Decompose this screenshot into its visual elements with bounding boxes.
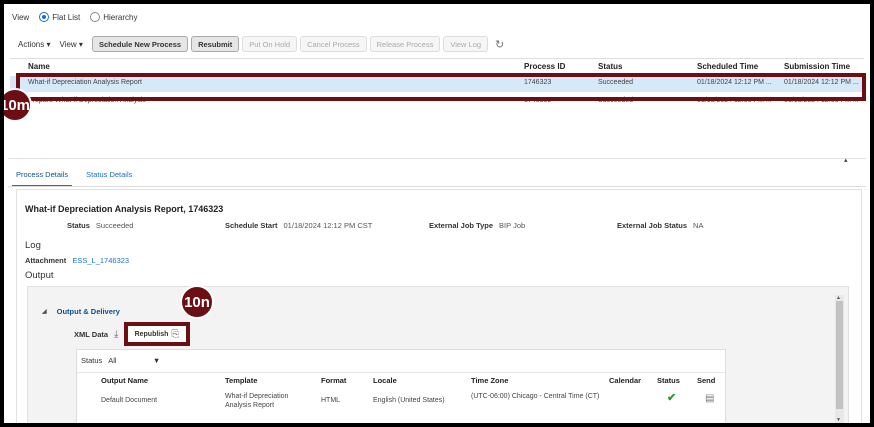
radio-checked-icon[interactable] [39, 12, 50, 22]
status-field: Status Succeeded [67, 221, 134, 230]
status-filter-select[interactable]: All ▼ [108, 356, 160, 365]
tab-process-details[interactable]: Process Details [12, 168, 73, 187]
output-name-cell: Default Document [101, 397, 158, 404]
pane-divider[interactable] [8, 158, 866, 159]
view-menu[interactable]: View ▾ [59, 40, 82, 49]
chevron-down-icon: ▼ [152, 356, 161, 365]
schedule-start-field: Schedule Start 01/18/2024 12:12 PM CST [225, 221, 373, 230]
output-delivery-title: Output & Delivery [56, 307, 120, 316]
col-name[interactable]: Name [28, 62, 50, 71]
radio-unchecked-icon[interactable] [90, 12, 101, 22]
collapse-pane-icon[interactable]: ▴ [844, 156, 848, 164]
format-cell: HTML [321, 397, 341, 404]
refresh-icon[interactable]: ↻ [495, 38, 504, 51]
col-output-name: Output Name [101, 376, 149, 385]
download-icon[interactable]: ⤓ [114, 329, 118, 340]
col-calendar: Calendar [609, 376, 642, 385]
radio-hierarchy[interactable]: Hierarchy [90, 12, 137, 22]
xml-data-label: XML Data [74, 330, 109, 339]
attachment-field: Attachment ESS_L_1746323 [25, 256, 130, 265]
put-on-hold-button[interactable]: Put On Hold [242, 36, 298, 52]
grid-header: Name Process ID Status Scheduled Time Su… [10, 58, 864, 72]
col-status: Status [657, 376, 680, 385]
radio-flat-list-label: Flat List [52, 12, 81, 22]
scrollbar-thumb[interactable] [836, 301, 843, 409]
col-submission-time[interactable]: Submission Time [784, 62, 850, 71]
view-log-button[interactable]: View Log [443, 36, 489, 52]
tab-underline [8, 186, 866, 187]
process-details-panel: What-if Depreciation Analysis Report, 17… [16, 189, 862, 423]
radio-flat-list[interactable]: Flat List [39, 12, 80, 22]
actions-menu[interactable]: Actions ▾ [18, 40, 50, 49]
col-scheduled-time[interactable]: Scheduled Time [697, 62, 758, 71]
annotation-badge-10m: 10m [4, 88, 32, 122]
xml-data-row: XML Data ⤓ [74, 329, 118, 340]
printer-icon[interactable]: ▤ [705, 394, 714, 404]
schedule-new-process-button[interactable]: Schedule New Process [91, 36, 189, 52]
details-title: What-if Depreciation Analysis Report, 17… [25, 204, 224, 214]
col-format: Format [321, 376, 347, 385]
col-send: Send [697, 376, 716, 385]
view-label: View [12, 12, 30, 22]
annotation-highlight-row [16, 73, 866, 101]
divider [77, 372, 725, 373]
col-template: Template [225, 376, 258, 385]
locale-cell: English (United States) [373, 397, 445, 404]
collapse-triangle-icon[interactable]: ◢ [42, 308, 47, 315]
col-locale: Locale [373, 376, 397, 385]
template-cell: What-if Depreciation Analysis Report [225, 393, 289, 409]
toolbar: Actions ▾ View ▾ Schedule New Process Re… [18, 36, 504, 52]
detail-tabs: Process Details Status Details [12, 168, 136, 187]
release-process-button[interactable]: Release Process [369, 36, 441, 52]
external-job-type-field: External Job Type BIP Job [429, 221, 526, 230]
log-heading: Log [25, 240, 41, 251]
output-delivery-header[interactable]: ◢ Output & Delivery [42, 307, 120, 316]
vertical-scrollbar[interactable]: ▲ ▼ [835, 295, 844, 423]
cancel-process-button[interactable]: Cancel Process [300, 36, 367, 52]
output-delivery-panel: ◢ Output & Delivery XML Data ⤓ Republish… [27, 285, 849, 423]
col-time-zone: Time Zone [471, 376, 509, 385]
external-job-status-field: External Job Status NA [617, 221, 704, 230]
status-filter: Status All ▼ [81, 356, 160, 365]
scroll-down-icon[interactable]: ▼ [836, 417, 841, 423]
tab-status-details[interactable]: Status Details [82, 168, 136, 187]
republish-button[interactable]: Republish ⎘ [124, 322, 190, 346]
output-table: Status All ▼ Output Name Template Format … [76, 349, 726, 423]
col-status[interactable]: Status [598, 62, 622, 71]
col-process-id[interactable]: Process ID [524, 62, 565, 71]
check-icon: ✔ [667, 392, 677, 404]
output-heading: Output [25, 270, 54, 281]
timezone-cell: (UTC-06:00) Chicago - Central Time (CT) [471, 393, 600, 400]
annotation-badge-10n: 10n [180, 285, 214, 319]
app-window: View Flat List Hierarchy Actions ▾ View … [4, 4, 870, 423]
status-filter-label: Status [81, 356, 103, 365]
radio-hierarchy-label: Hierarchy [103, 12, 138, 22]
attachment-link[interactable]: ESS_L_1746323 [72, 256, 129, 265]
resubmit-button[interactable]: Resubmit [191, 36, 240, 52]
view-toggle: View Flat List Hierarchy [12, 12, 137, 22]
republish-icon: ⎘ [171, 328, 180, 340]
